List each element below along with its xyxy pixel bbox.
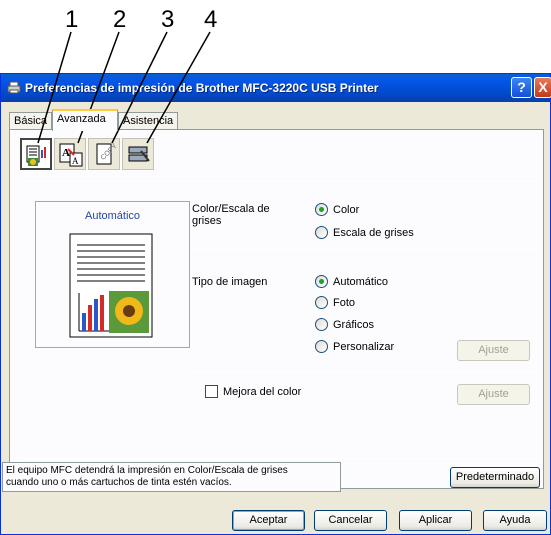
color-enhancement-label[interactable]: Mejora del color	[223, 386, 301, 398]
section-separator-1	[192, 249, 536, 250]
cancel-button[interactable]: Cancelar	[314, 510, 387, 531]
status-line-2: cuando uno o más cartuchos de tinta esté…	[6, 477, 232, 488]
ok-button[interactable]: Aceptar	[232, 510, 305, 531]
custom-radio[interactable]	[315, 340, 328, 353]
advanced-panel: A A COPY Automático Color/Escala de gris…	[2, 129, 544, 492]
photo-radio-label[interactable]: Foto	[333, 297, 355, 309]
image-adjust-button[interactable]: Ajuste	[457, 340, 530, 361]
status-line-1: El equipo MFC detendrá la impresión en C…	[6, 465, 288, 476]
toolbar-separator	[18, 181, 536, 182]
graphics-radio[interactable]	[315, 318, 328, 331]
grayscale-radio-label[interactable]: Escala de grises	[333, 227, 414, 239]
document-preview-image	[69, 233, 153, 338]
auto-radio-label[interactable]: Automático	[333, 276, 388, 288]
preview-label: Automático	[84, 210, 141, 222]
apply-button[interactable]: Aplicar	[399, 510, 472, 531]
section-separator-3	[18, 458, 536, 459]
auto-radio[interactable]	[315, 275, 328, 288]
default-button[interactable]: Predeterminado	[450, 467, 540, 488]
grayscale-radio[interactable]	[315, 226, 328, 239]
color-radio-label[interactable]: Color	[333, 204, 359, 216]
color-enhancement-adjust-button[interactable]: Ajuste	[457, 384, 530, 405]
image-type-label: Tipo de imagen	[192, 276, 268, 288]
color-enhancement-checkbox[interactable]	[205, 385, 218, 398]
photo-radio[interactable]	[315, 296, 328, 309]
svg-text:A: A	[72, 156, 79, 166]
preview-box: Automático	[35, 201, 190, 348]
help-button[interactable]: Ayuda	[483, 510, 547, 531]
color-radio[interactable]	[315, 203, 328, 216]
status-message: El equipo MFC detendrá la impresión en C…	[2, 462, 341, 492]
custom-radio-label[interactable]: Personalizar	[333, 341, 394, 353]
tab-avanzada[interactable]: Avanzada	[52, 109, 118, 131]
graphics-radio-label[interactable]: Gráficos	[333, 319, 374, 331]
color-grayscale-label: Color/Escala de grises	[192, 203, 270, 227]
section-separator-2	[192, 371, 536, 372]
